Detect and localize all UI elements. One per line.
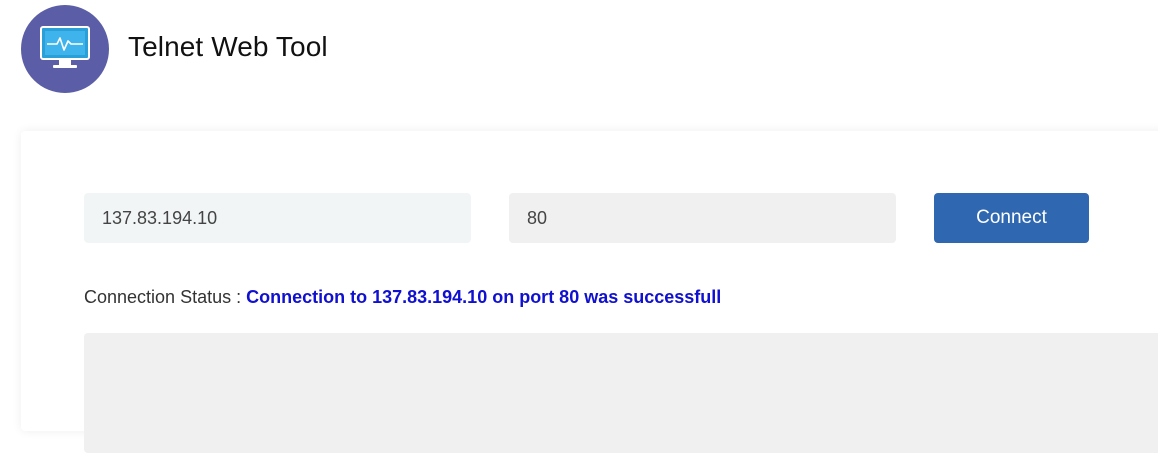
app-header: Telnet Web Tool bbox=[0, 0, 1158, 100]
status-label: Connection Status : bbox=[84, 287, 247, 307]
port-input[interactable] bbox=[509, 193, 896, 243]
connection-status: Connection Status : Connection to 137.83… bbox=[84, 287, 721, 308]
monitor-pulse-icon bbox=[40, 26, 90, 68]
status-message: Connection to 137.83.194.10 on port 80 w… bbox=[246, 287, 722, 307]
output-console bbox=[84, 333, 1158, 453]
page-title: Telnet Web Tool bbox=[128, 31, 328, 62]
host-input[interactable] bbox=[84, 193, 471, 243]
app-logo bbox=[21, 5, 109, 93]
telnet-form-card: Connect Connection Status : Connection t… bbox=[21, 131, 1158, 453]
connect-button[interactable]: Connect bbox=[934, 193, 1089, 243]
